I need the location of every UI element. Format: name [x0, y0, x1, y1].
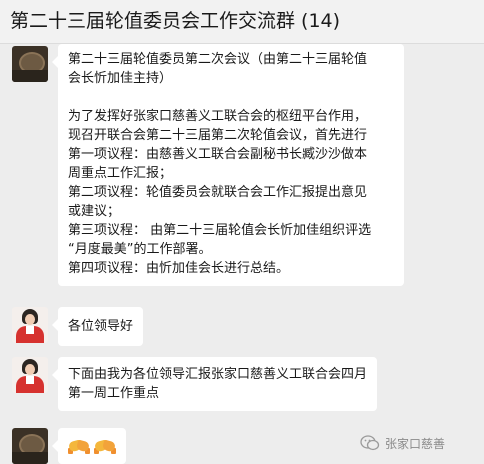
avatar[interactable] [12, 428, 48, 464]
avatar-shape [12, 70, 48, 82]
avatar-shape [26, 326, 34, 334]
watermark-text: 张家口慈善 [385, 436, 446, 451]
message-line: 第二项议程：轮值委员会就联合会工作汇报提出意见 [68, 185, 368, 200]
chat-title: 第二十三届轮值委员会工作交流群 (14) [10, 10, 341, 32]
message-bubble[interactable] [52, 428, 126, 464]
message-line: 或建议； [68, 204, 121, 219]
avatar-shape [12, 452, 48, 464]
message-line [68, 88, 394, 107]
message-line: 第二十三届轮值委员第二次会议（由第二十三届轮值 [68, 52, 368, 67]
message-line: 周重点工作汇报； [68, 166, 173, 181]
message-bubble[interactable]: 下面由我为各位领导汇报张家口慈善义工联合会四月 第一周工作重点 [51, 357, 378, 411]
message-line: 下面由我为各位领导汇报张家口慈善义工联合会四月 [68, 367, 368, 382]
avatar[interactable] [12, 307, 48, 343]
message-line: 第三项议程： 由第二十三届轮值会长忻加佳组织评选 [68, 223, 372, 238]
wechat-official-account-icon [360, 435, 380, 451]
avatar-shape [25, 364, 35, 375]
message-list[interactable]: 第二十三届轮值委员第二次会议（由第二十三届轮值 会长忻加佳主持） 为了发挥好张家… [0, 44, 484, 464]
handshake-icon [93, 437, 117, 455]
handshake-icon [67, 437, 91, 455]
message-line: 第四项议程：由忻加佳会长进行总结。 [68, 261, 290, 276]
avatar[interactable] [12, 46, 48, 82]
message-bubble[interactable]: 各位领导好 [51, 307, 144, 346]
message-line: 第一项议程：由慈善义工联合会副秘书长臧沙沙做本 [68, 147, 368, 162]
avatar-shape [25, 314, 35, 325]
avatar-shape [26, 376, 34, 384]
watermark: 张家口慈善 [360, 432, 480, 454]
message-line: “月度最美”的工作部署。 [68, 242, 212, 257]
message-line: 现召开联合会第二十三届第二次轮值会议，首先进行 [68, 128, 368, 143]
chat-header: 第二十三届轮值委员会工作交流群 (14) [0, 0, 484, 44]
avatar[interactable] [12, 357, 48, 393]
message-line: 为了发挥好张家口慈善义工联合会的枢纽平台作用， [68, 109, 368, 124]
message-line: 各位领导好 [68, 319, 134, 334]
message-line: 第一周工作重点 [68, 386, 160, 401]
message-line: 会长忻加佳主持） [68, 71, 173, 86]
message-bubble[interactable]: 第二十三届轮值委员第二次会议（由第二十三届轮值 会长忻加佳主持） 为了发挥好张家… [52, 44, 404, 286]
